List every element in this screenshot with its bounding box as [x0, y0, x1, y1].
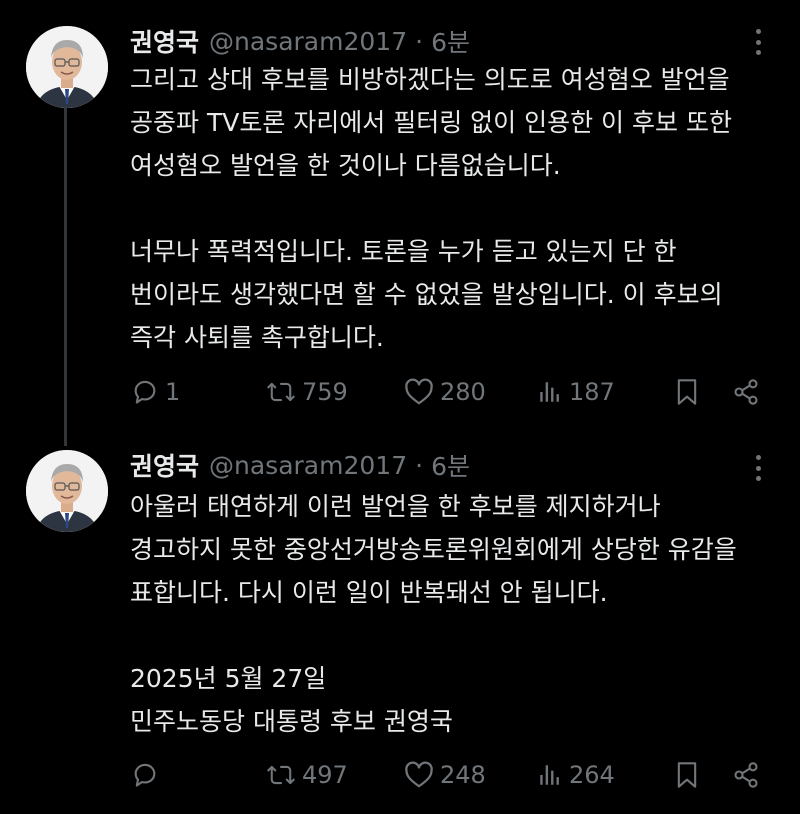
separator-dot: ·	[415, 26, 424, 56]
like-count: 248	[440, 761, 486, 789]
bookmark-button[interactable]	[675, 755, 699, 795]
repost-icon	[266, 378, 296, 406]
share-icon	[732, 761, 760, 789]
bookmark-icon	[675, 761, 699, 789]
repost-button[interactable]: 759	[266, 372, 348, 412]
like-count: 280	[440, 378, 486, 406]
tweet-line: 여성혐오 발언을 한 것이나 다름없습니다.	[130, 151, 561, 180]
bookmark-icon	[675, 378, 699, 406]
timestamp[interactable]: 6분	[431, 447, 470, 483]
views-button[interactable]: 264	[537, 755, 615, 795]
reply-button[interactable]	[131, 755, 165, 795]
views-count: 264	[569, 761, 615, 789]
tweet-line: 너무나 폭력적입니다. 토론을 누가 듣고 있는지 단 한	[130, 237, 677, 266]
views-icon	[537, 761, 563, 789]
tweet[interactable]: 권영국 @nasaram2017 · 6분 아울러 태연하게 이런 발언을 한 …	[0, 430, 800, 814]
share-button[interactable]	[732, 755, 760, 795]
repost-icon	[266, 761, 296, 789]
like-button[interactable]: 248	[404, 755, 486, 795]
like-button[interactable]: 280	[404, 372, 486, 412]
tweet-line	[130, 614, 780, 657]
author-handle[interactable]: @nasaram2017	[209, 451, 407, 480]
share-button[interactable]	[732, 372, 760, 412]
more-options-icon[interactable]	[748, 455, 768, 481]
views-count: 187	[569, 378, 615, 406]
tweet-text: 아울러 태연하게 이런 발언을 한 후보를 제지하거나 경고하지 못한 중앙선거…	[130, 485, 780, 743]
repost-button[interactable]: 497	[266, 755, 348, 795]
author-name[interactable]: 권영국	[130, 447, 199, 483]
tweet-header: 권영국 @nasaram2017 · 6분	[130, 24, 470, 58]
avatar[interactable]	[26, 26, 108, 108]
tweet[interactable]: 권영국 @nasaram2017 · 6분 그리고 상대 후보를 비방하겠다는 …	[0, 0, 800, 446]
tweet-line: 표합니다. 다시 이런 일이 반복돼선 안 됩니다.	[130, 578, 608, 607]
views-button[interactable]: 187	[537, 372, 615, 412]
tweet-line: 경고하지 못한 중앙선거방송토론위원회에게 상당한 유감을	[130, 535, 737, 564]
tweet-line: 공중파 TV토론 자리에서 필터링 없이 인용한 이 후보 또한	[130, 108, 732, 137]
tweet-line: 즉각 사퇴를 촉구합니다.	[130, 323, 384, 352]
author-handle[interactable]: @nasaram2017	[209, 27, 407, 56]
reply-button[interactable]: 1	[131, 372, 180, 412]
like-icon	[404, 761, 434, 789]
bookmark-button[interactable]	[675, 372, 699, 412]
action-bar: 1 759 280 187	[0, 372, 800, 412]
tweet-line	[130, 187, 780, 230]
tweet-line: 민주노동당 대통령 후보 권영국	[130, 707, 453, 736]
repost-count: 759	[302, 378, 348, 406]
share-icon	[732, 378, 760, 406]
more-options-icon[interactable]	[748, 29, 768, 55]
repost-count: 497	[302, 761, 348, 789]
tweet-line: 번이라도 생각했다면 할 수 없었을 발상입니다. 이 후보의	[130, 280, 723, 309]
action-bar: 497 248 264	[0, 755, 800, 795]
reply-icon	[131, 761, 159, 789]
tweet-line: 그리고 상대 후보를 비방하겠다는 의도로 여성혐오 발언을	[130, 65, 730, 94]
avatar[interactable]	[26, 450, 108, 532]
tweet-line: 2025년 5월 27일	[130, 664, 327, 693]
views-icon	[537, 378, 563, 406]
timestamp[interactable]: 6분	[431, 23, 470, 59]
like-icon	[404, 378, 434, 406]
separator-dot: ·	[415, 450, 424, 480]
reply-icon	[131, 378, 159, 406]
tweet-text: 그리고 상대 후보를 비방하겠다는 의도로 여성혐오 발언을 공중파 TV토론 …	[130, 58, 780, 359]
tweet-header: 권영국 @nasaram2017 · 6분	[130, 448, 470, 482]
author-name[interactable]: 권영국	[130, 23, 199, 59]
reply-count: 1	[165, 378, 181, 406]
tweet-line: 아울러 태연하게 이런 발언을 한 후보를 제지하거나	[130, 492, 661, 521]
